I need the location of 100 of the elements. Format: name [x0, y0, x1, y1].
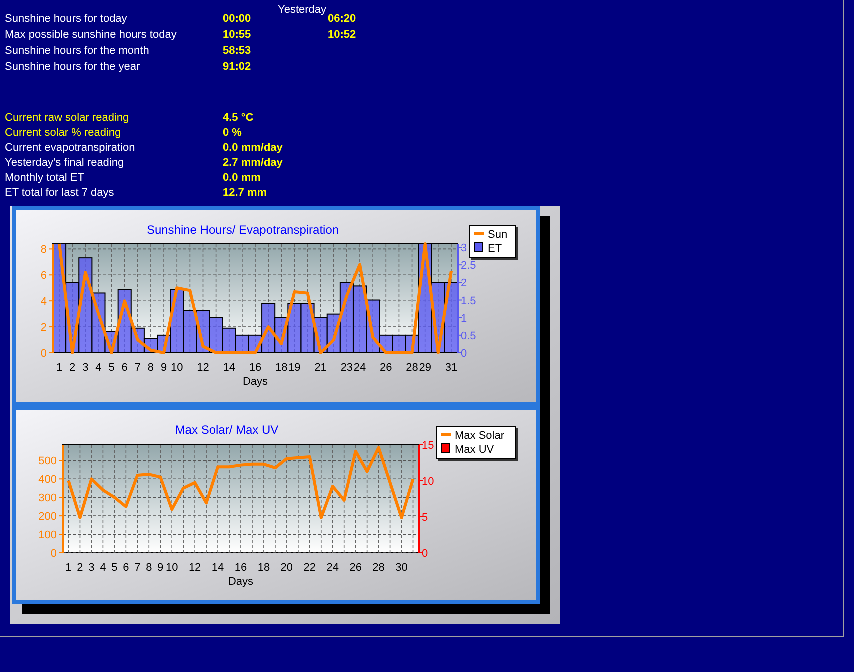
- axis-label: 3: [82, 362, 89, 374]
- reading-label: Monthly total ET: [4, 171, 86, 186]
- legend-line-icon: [441, 434, 451, 436]
- reading-label: Current raw solar reading: [4, 111, 130, 126]
- legend-label: Sun: [488, 229, 508, 241]
- axis-label: 18: [276, 362, 288, 374]
- axis-label: 4: [96, 362, 102, 374]
- axis-label: 1: [56, 362, 63, 374]
- reading-value: 4.5 °C: [223, 111, 254, 126]
- axis-label: 0: [50, 548, 57, 560]
- chart-title: Sunshine Hours/ Evapotranspiration: [146, 223, 340, 237]
- legend-line-icon: [474, 232, 484, 236]
- axis-label: 2: [77, 562, 84, 574]
- row-label: Max possible sunshine hours today: [4, 28, 178, 42]
- axis-label: 0: [461, 348, 468, 360]
- axis-label: 26: [380, 362, 392, 374]
- axis-label: 24: [354, 362, 366, 374]
- axis-label: 9: [158, 562, 164, 574]
- bar: [288, 303, 302, 354]
- axis-label: 21: [314, 362, 327, 374]
- axis-label: 14: [212, 562, 224, 574]
- bar: [235, 334, 250, 354]
- axis-label: 2: [40, 322, 47, 334]
- reading-value: 2.7 mm/day: [223, 156, 283, 171]
- bar: [209, 317, 224, 354]
- axis-label: 4: [40, 296, 47, 308]
- reading-label: Current solar % reading: [4, 126, 122, 141]
- axis-title: Days: [242, 376, 268, 388]
- axis-label: 12: [188, 562, 202, 574]
- row-label: Sunshine hours for today: [4, 12, 128, 26]
- legend-label: Max Solar: [455, 430, 505, 442]
- axis-label: 10: [422, 476, 434, 488]
- bar: [300, 303, 315, 354]
- axis-label: 400: [38, 474, 57, 486]
- reading-label: ET total for last 7 days: [4, 186, 116, 201]
- bar: [392, 334, 406, 354]
- axis-label: 300: [38, 492, 57, 505]
- axis-label: 29: [419, 362, 432, 374]
- axis-label: 23: [340, 362, 354, 374]
- axis-label: 5: [108, 362, 115, 374]
- row-label: Sunshine hours for the month: [4, 44, 150, 58]
- axis-label: 19: [288, 362, 301, 374]
- row-value: 58:53: [223, 44, 252, 58]
- axis-label: 30: [396, 562, 408, 574]
- axis-label: 3: [88, 562, 95, 574]
- axis-label: 5: [112, 562, 118, 574]
- yesterday-value: 06:20: [328, 12, 356, 26]
- axis-label: 0.5: [461, 330, 476, 342]
- axis-label: 28: [406, 362, 418, 374]
- axis-label: 18: [258, 562, 270, 574]
- column-heading: Yesterday: [278, 3, 327, 18]
- reading-value: 0 %: [223, 126, 242, 141]
- legend-label: Max UV: [455, 444, 494, 456]
- yesterday-value: 10:52: [328, 28, 356, 42]
- axis-label: 0: [40, 348, 47, 360]
- reading-label: Current evapotranspiration: [4, 141, 136, 156]
- axis-label: 14: [223, 362, 236, 374]
- row-value: 10:55: [223, 28, 252, 42]
- bar: [352, 286, 368, 354]
- reading-value: 0.0 mm/day: [223, 141, 283, 156]
- legend-swatch-icon: [474, 242, 484, 252]
- axis-label: 16: [249, 362, 262, 374]
- row-value: 00:00: [223, 12, 252, 26]
- axis-label: 2: [70, 362, 76, 374]
- axis-label: 8: [148, 362, 154, 374]
- axis-label: 10: [171, 362, 184, 374]
- axis-label: 1: [461, 312, 468, 325]
- axis-label: 8: [146, 562, 152, 574]
- axis-label: 22: [304, 562, 316, 574]
- reading-value: 12.7 mm: [223, 186, 268, 201]
- axis-label: 9: [160, 362, 168, 374]
- axis-label: 1.5: [461, 295, 476, 308]
- axis-label: 31: [445, 362, 458, 374]
- axis-label: 6: [40, 270, 47, 282]
- axis-label: 2.5: [461, 260, 476, 272]
- axis-label: 1: [66, 562, 72, 574]
- row-label: Sunshine hours for the year: [4, 60, 142, 74]
- legend-box: [470, 226, 516, 258]
- axis-label: 8: [40, 244, 47, 256]
- axis-label: 2: [461, 278, 468, 290]
- legend-label: ET: [488, 243, 502, 255]
- bar: [222, 328, 236, 354]
- axis-label: 500: [38, 456, 57, 468]
- axis-label: 26: [350, 562, 362, 574]
- axis-label: 16: [234, 562, 248, 574]
- reading-value: 0.0 mm: [223, 171, 261, 186]
- chart-title: Max Solar/ Max UV: [175, 423, 279, 437]
- axis-label: 3: [461, 242, 468, 255]
- axis-label: 12: [197, 362, 210, 374]
- axis-label: 15: [422, 440, 434, 452]
- reading-label: Yesterday's final reading: [4, 156, 126, 171]
- axis-label: 28: [372, 562, 385, 574]
- axis-label: 7: [134, 362, 141, 374]
- axis-label: 4: [100, 562, 106, 574]
- axis-label: 5: [422, 512, 428, 524]
- axis-label: 10: [166, 562, 178, 574]
- axis-label: 7: [134, 562, 141, 574]
- axis-label: 24: [326, 562, 339, 574]
- axis-label: 100: [38, 530, 57, 542]
- legend-swatch-icon: [442, 444, 450, 454]
